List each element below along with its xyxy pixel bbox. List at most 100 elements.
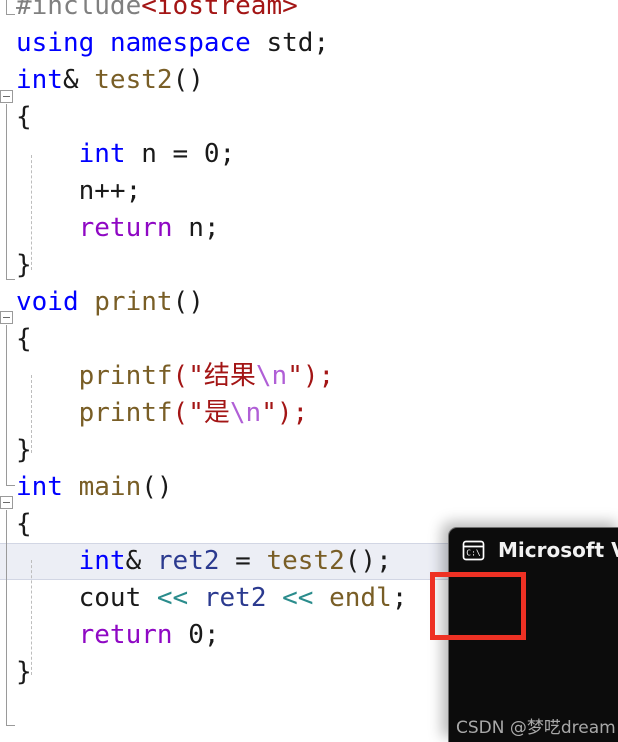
scope-guide-main (6, 510, 7, 725)
indent-token (16, 583, 79, 613)
escape-newline: \n (255, 361, 288, 391)
code-line-include[interactable]: #include<iostream> (0, 0, 618, 25)
indent-guide-print (31, 375, 32, 453)
call-end-token: (); (344, 546, 392, 576)
scope-guide-print-foot (6, 485, 15, 486)
stream-cout: cout (78, 583, 142, 613)
function-name-printf: printf (78, 361, 173, 391)
semicolon-token: ; (391, 583, 408, 613)
brace-token: { (16, 324, 32, 354)
increment-token: n++; (78, 176, 142, 206)
indent-token (16, 213, 79, 243)
red-highlight-rectangle (430, 572, 526, 640)
code-line-test2-signature[interactable]: int& test2() (0, 62, 618, 99)
function-name-printf: printf (78, 398, 173, 428)
fold-toggle-test2[interactable] (0, 90, 13, 103)
code-line-print-signature[interactable]: void print() (0, 284, 618, 321)
code-line-printf-shi[interactable]: printf("是\n"); (0, 395, 618, 432)
indent-token (16, 398, 79, 428)
scope-guide-test2-foot (6, 279, 15, 280)
fold-toggle-main[interactable] (0, 496, 13, 509)
keyword-int: int (16, 65, 63, 95)
close-quote-paren: "); (287, 361, 335, 391)
code-line-test2-close-brace[interactable]: } (0, 247, 618, 284)
scope-guide-top-foot (6, 14, 15, 15)
escape-newline: \n (229, 398, 262, 428)
string-literal-jieguo: 结果 (203, 361, 256, 391)
function-name-test2: test2 (94, 65, 173, 95)
code-line-using[interactable]: using namespace std; (0, 25, 618, 62)
keyword-int: int (16, 472, 63, 502)
parens-token: () (172, 287, 204, 317)
keyword-namespace: namespace (109, 28, 251, 58)
console-title-bar[interactable]: C:\ Microsoft Vis (449, 528, 618, 572)
keyword-return: return (78, 620, 173, 650)
ampersand-token: & (125, 546, 142, 576)
console-window-icon: C:\ (461, 538, 486, 563)
code-line-printf-result[interactable]: printf("结果\n"); (0, 358, 618, 395)
csdn-watermark: CSDN @梦呓dream (456, 718, 616, 738)
brace-token: { (16, 509, 32, 539)
indent-guide-test2 (31, 155, 32, 270)
function-name-print: print (94, 287, 173, 317)
return-value-token: n; (172, 213, 220, 243)
code-line-main-signature[interactable]: int main() (0, 469, 618, 506)
function-call-test2: test2 (266, 546, 345, 576)
stream-operator: << (282, 583, 314, 613)
header-token: <iostream> (141, 0, 298, 21)
equals-token: = (219, 546, 267, 576)
ampersand-token: & (62, 65, 79, 95)
indent-token (16, 620, 79, 650)
scope-guide-test2 (6, 104, 7, 279)
code-line-print-close-brace[interactable]: } (0, 432, 618, 469)
fold-toggle-print[interactable] (0, 311, 13, 324)
keyword-void: void (16, 287, 79, 317)
brace-token: } (16, 435, 32, 465)
brace-token: { (16, 102, 32, 132)
code-line-test2-declaration[interactable]: int n = 0; (0, 136, 618, 173)
close-quote-paren: "); (261, 398, 309, 428)
keyword-using: using (16, 28, 95, 58)
scope-guide-top (6, 0, 7, 14)
code-line-test2-return[interactable]: return n; (0, 210, 618, 247)
variable-ret2: ret2 (203, 583, 267, 613)
std-token: std; (250, 28, 330, 58)
screenshot-root: /// #include<iostream> using namespace s… (0, 0, 618, 742)
open-paren-quote: (" (172, 361, 204, 391)
brace-token: } (16, 250, 32, 280)
keyword-return: return (78, 213, 173, 243)
stream-operator: << (156, 583, 189, 613)
indent-token (16, 546, 79, 576)
code-line-print-open-brace[interactable]: { (0, 321, 618, 358)
svg-text:C:\: C:\ (466, 548, 481, 557)
preprocessor-token: #include (16, 0, 142, 21)
open-paren-quote: (" (172, 398, 204, 428)
stream-endl: endl (329, 583, 392, 613)
string-literal-shi: 是 (203, 398, 230, 428)
indent-guide-main (31, 560, 32, 675)
keyword-int: int (78, 139, 126, 169)
console-title-text: Microsoft Vis (498, 538, 618, 562)
keyword-int: int (78, 546, 126, 576)
return-zero-token: 0; (172, 620, 220, 650)
brace-token: } (16, 657, 32, 687)
variable-ret2: ret2 (156, 546, 220, 576)
code-line-test2-open-brace[interactable]: { (0, 99, 618, 136)
variable-n-decl: n = 0; (125, 139, 236, 169)
scope-guide-print (6, 325, 7, 485)
code-line-test2-increment[interactable]: n++; (0, 173, 618, 210)
parens-token: () (141, 472, 173, 502)
function-name-main: main (78, 472, 142, 502)
indent-token (16, 176, 79, 206)
scope-guide-main-foot (6, 725, 15, 726)
parens-token: () (172, 65, 204, 95)
indent-token (16, 139, 79, 169)
